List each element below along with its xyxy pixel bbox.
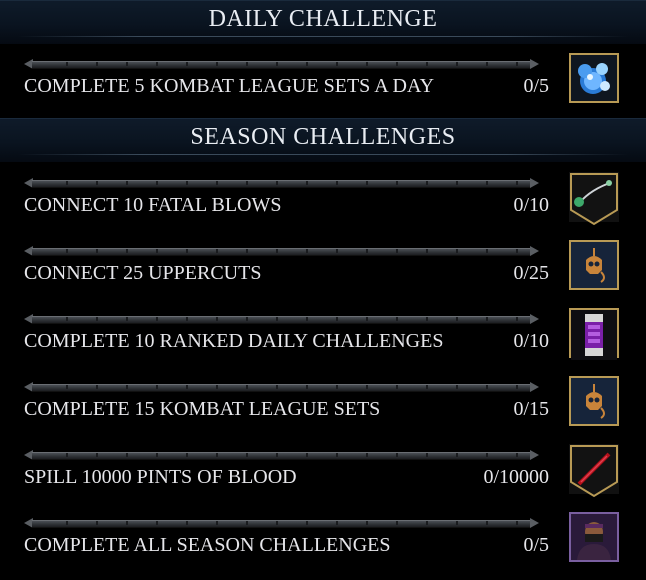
challenge-label: COMPLETE ALL SEASON CHALLENGES (24, 534, 391, 556)
challenge-label: COMPLETE 5 KOMBAT LEAGUE SETS A DAY (24, 75, 435, 97)
consumable-canister-icon[interactable] (569, 308, 619, 360)
challenge-label: SPILL 10000 PINTS OF BLOOD (24, 466, 297, 488)
progress-bar (24, 450, 539, 460)
skull-hook-icon[interactable] (569, 376, 619, 426)
progress-bar (24, 518, 539, 528)
challenge-progress-count: 0/25 (513, 262, 549, 284)
challenge-label: COMPLETE 10 RANKED DAILY CHALLENGES (24, 330, 444, 352)
progress-bar (24, 314, 539, 324)
progress-bar (24, 246, 539, 256)
header-divider (18, 154, 628, 155)
challenge-progress-count: 0/15 (513, 398, 549, 420)
challenge-row-season-2[interactable]: COMPLETE 10 RANKED DAILY CHALLENGES 0/10 (0, 308, 646, 376)
season-challenges-title: SEASON CHALLENGES (190, 124, 456, 150)
challenge-row-daily-0[interactable]: COMPLETE 5 KOMBAT LEAGUE SETS A DAY 0/5 (0, 53, 646, 121)
challenge-progress-count: 0/5 (523, 75, 549, 97)
blood-blade-shield-icon[interactable] (569, 444, 619, 498)
progress-bar (24, 382, 539, 392)
koins-orbs-icon[interactable] (569, 53, 619, 103)
challenge-row-season-1[interactable]: CONNECT 25 UPPERCUTS 0/25 (0, 240, 646, 308)
challenge-progress-count: 0/5 (523, 534, 549, 556)
season-challenges-header: SEASON CHALLENGES (0, 118, 646, 162)
progress-bar (24, 59, 539, 69)
challenge-progress-count: 0/10 (513, 330, 549, 352)
daily-challenge-header: DAILY CHALLENGE (0, 0, 646, 44)
challenge-row-season-0[interactable]: CONNECT 10 FATAL BLOWS 0/10 (0, 172, 646, 240)
skull-hook-icon[interactable] (569, 240, 619, 290)
challenge-label: CONNECT 10 FATAL BLOWS (24, 194, 282, 216)
progress-bar (24, 178, 539, 188)
kunai-shield-icon[interactable] (569, 172, 619, 226)
challenge-row-season-4[interactable]: SPILL 10000 PINTS OF BLOOD 0/10000 (0, 444, 646, 512)
daily-challenge-title: DAILY CHALLENGE (208, 6, 438, 32)
challenge-progress-count: 0/10 (513, 194, 549, 216)
challenge-row-season-5[interactable]: COMPLETE ALL SEASON CHALLENGES 0/5 (0, 512, 646, 580)
character-skin-icon[interactable] (569, 512, 619, 562)
challenge-row-season-3[interactable]: COMPLETE 15 KOMBAT LEAGUE SETS 0/15 (0, 376, 646, 444)
challenge-progress-count: 0/10000 (483, 466, 549, 488)
challenge-label: COMPLETE 15 KOMBAT LEAGUE SETS (24, 398, 381, 420)
challenge-label: CONNECT 25 UPPERCUTS (24, 262, 262, 284)
header-divider (18, 36, 628, 37)
